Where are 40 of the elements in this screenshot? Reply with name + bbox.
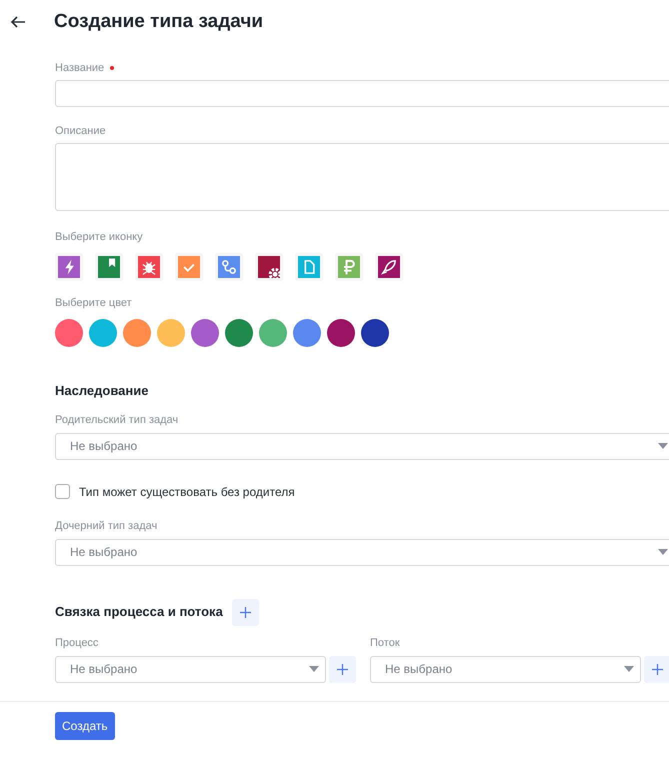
- description-field[interactable]: [55, 143, 669, 211]
- caret-icon: [658, 443, 668, 449]
- plus-icon: [240, 606, 251, 618]
- select-field[interactable]: Не выбрано: [55, 538, 669, 566]
- add-button[interactable]: [329, 656, 356, 682]
- field-label: Дочерний тип задач: [55, 519, 158, 534]
- field-label: Родительский тип задач: [55, 413, 178, 428]
- field-label: Описание: [55, 124, 106, 139]
- section-title: Связка процесса и потока: [55, 603, 223, 622]
- color-swatch[interactable]: [293, 319, 321, 347]
- color-swatch[interactable]: [89, 319, 117, 347]
- add-button[interactable]: [232, 598, 259, 626]
- field-label: Поток: [370, 636, 400, 652]
- color-swatch[interactable]: [123, 319, 151, 347]
- caret-icon: [658, 549, 668, 555]
- select-field[interactable]: Не выбрано: [55, 432, 669, 460]
- name-field[interactable]: [55, 80, 669, 107]
- plus-icon: [337, 664, 348, 674]
- color-swatch[interactable]: [259, 319, 287, 347]
- checkbox[interactable]: [55, 484, 70, 499]
- select-field[interactable]: Не выбрано: [370, 656, 641, 682]
- checkbox-label: Тип может существовать без родителя: [79, 484, 295, 500]
- color-swatch[interactable]: [55, 319, 83, 347]
- page-title: Создание типа задачи: [54, 10, 264, 34]
- caret-icon: [624, 666, 634, 672]
- add-button[interactable]: [644, 656, 669, 682]
- field-label: Название: [55, 60, 104, 76]
- caret-icon: [309, 666, 319, 672]
- color-swatch[interactable]: [327, 319, 355, 347]
- submit-button[interactable]: Создать: [55, 712, 115, 740]
- field-label: Выберите цвет: [55, 296, 132, 311]
- color-swatch[interactable]: [361, 319, 389, 347]
- color-swatch[interactable]: [225, 319, 253, 347]
- color-swatch[interactable]: [191, 319, 219, 347]
- select-field[interactable]: Не выбрано: [55, 656, 326, 682]
- field-label: Процесс: [55, 636, 98, 652]
- color-swatch[interactable]: [157, 319, 185, 347]
- plus-icon: [652, 664, 663, 674]
- section-title: Наследование: [55, 382, 150, 400]
- field-label: Выберите иконку: [55, 230, 143, 245]
